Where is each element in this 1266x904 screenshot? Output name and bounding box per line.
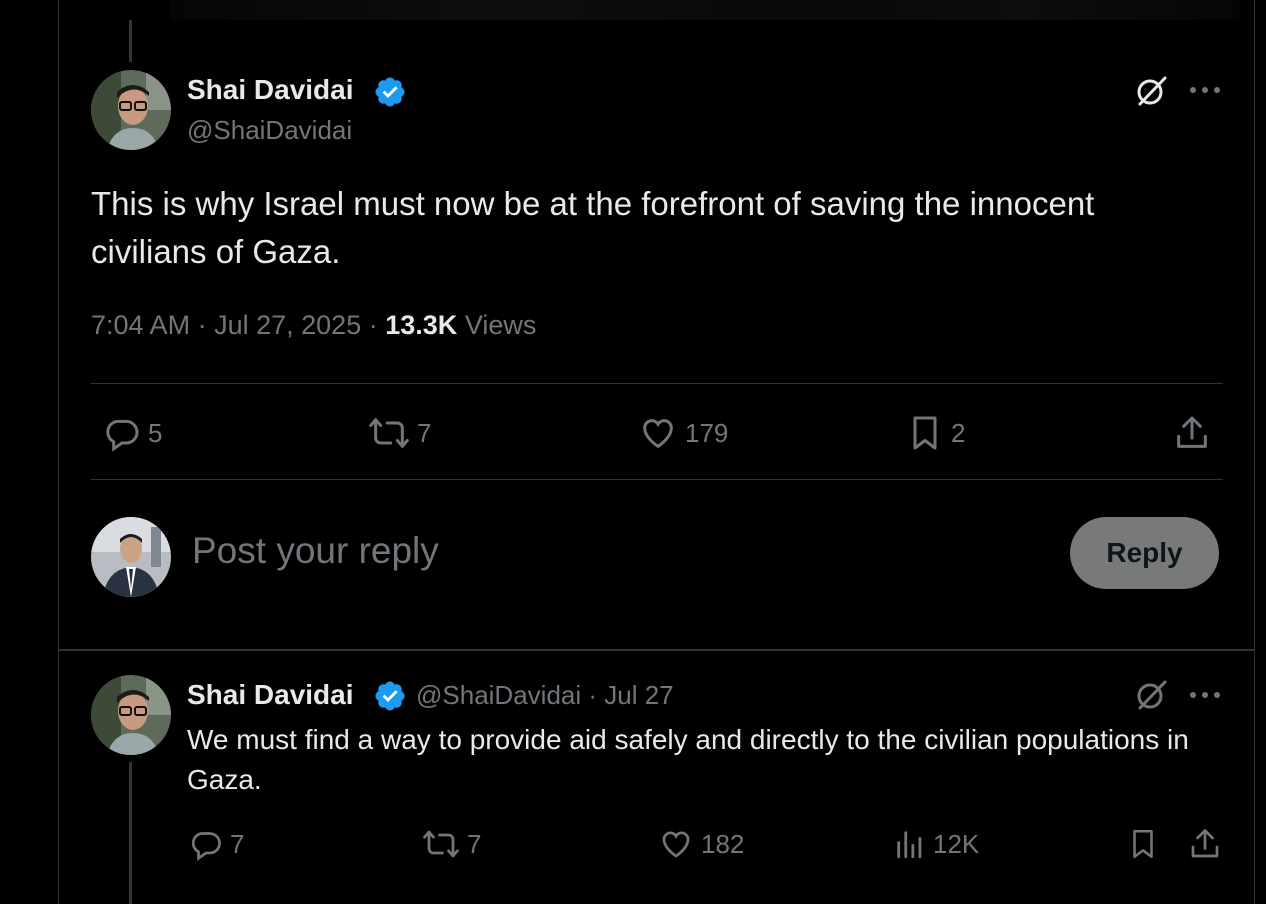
- reply-author-handle[interactable]: @ShaiDavidai: [416, 680, 581, 710]
- author-handle[interactable]: @ShaiDavidai: [187, 115, 352, 146]
- like-action[interactable]: 182: [657, 826, 744, 862]
- repost-action[interactable]: 7: [367, 413, 431, 453]
- post-metadata: 7:04 AM · Jul 27, 2025 · 13.3K Views: [91, 310, 536, 341]
- post-date[interactable]: Jul 27, 2025: [214, 310, 361, 340]
- repost-count: 7: [417, 417, 432, 448]
- repost-icon: [423, 830, 459, 858]
- thread-line: [129, 762, 132, 904]
- more-icon[interactable]: [1188, 689, 1222, 701]
- like-count: 182: [701, 828, 745, 859]
- post-time[interactable]: 7:04 AM: [91, 310, 190, 340]
- previous-post-blur: [170, 0, 1240, 20]
- divider: [91, 383, 1223, 384]
- reply-icon: [106, 419, 139, 452]
- bookmark-action[interactable]: [1126, 826, 1160, 862]
- repost-count: 7: [467, 828, 482, 859]
- reply-author-handle-date[interactable]: @ShaiDavidai · Jul 27: [416, 680, 674, 711]
- reply-action[interactable]: 5: [102, 413, 162, 453]
- section-divider: [58, 649, 1255, 651]
- reply-author-name[interactable]: Shai Davidai: [187, 679, 354, 711]
- author-avatar[interactable]: [91, 70, 171, 150]
- share-icon: [1177, 416, 1207, 448]
- grok-icon[interactable]: [1133, 677, 1169, 713]
- share-action[interactable]: [1172, 413, 1212, 453]
- like-action[interactable]: 179: [637, 413, 728, 453]
- reply-button[interactable]: Reply: [1070, 517, 1219, 589]
- column-border-right: [1254, 0, 1255, 904]
- like-icon: [662, 831, 690, 858]
- bookmark-icon: [1133, 829, 1153, 859]
- divider: [91, 479, 1223, 480]
- reply-input[interactable]: Post your reply: [192, 530, 439, 572]
- views-icon: [897, 831, 922, 859]
- bookmark-action[interactable]: 2: [905, 413, 965, 453]
- grok-icon[interactable]: [1133, 73, 1169, 109]
- meta-separator: ·: [368, 310, 378, 340]
- meta-separator: ·: [197, 310, 207, 340]
- more-icon[interactable]: [1188, 84, 1222, 96]
- like-count: 179: [685, 417, 729, 448]
- bookmark-count: 2: [951, 417, 966, 448]
- reply-author-avatar[interactable]: [91, 675, 171, 755]
- reply-post-text: We must find a way to provide aid safely…: [187, 724, 1189, 795]
- verified-badge-icon: [375, 681, 405, 711]
- author-name[interactable]: Shai Davidai: [187, 74, 354, 106]
- thread-line: [129, 20, 132, 62]
- column-border-left: [58, 0, 59, 904]
- views-count: 13.3K: [385, 310, 458, 340]
- repost-icon: [369, 418, 409, 448]
- bookmark-icon: [913, 416, 937, 450]
- share-action[interactable]: [1187, 826, 1223, 862]
- post-text: This is why Israel must now be at the fo…: [91, 185, 1095, 270]
- reply-count: 7: [230, 828, 245, 859]
- repost-action[interactable]: 7: [421, 826, 481, 862]
- reply-date[interactable]: · Jul 27: [588, 680, 673, 710]
- reply-icon: [191, 832, 221, 861]
- share-icon: [1191, 829, 1219, 858]
- views-action[interactable]: 12K: [893, 826, 979, 862]
- verified-badge-icon: [375, 77, 405, 107]
- views-label: Views: [464, 310, 537, 340]
- reply-action[interactable]: 7: [188, 826, 244, 862]
- views-count: 12K: [933, 828, 980, 859]
- like-icon: [643, 419, 673, 449]
- reply-count: 5: [148, 417, 163, 448]
- current-user-avatar[interactable]: [91, 517, 171, 597]
